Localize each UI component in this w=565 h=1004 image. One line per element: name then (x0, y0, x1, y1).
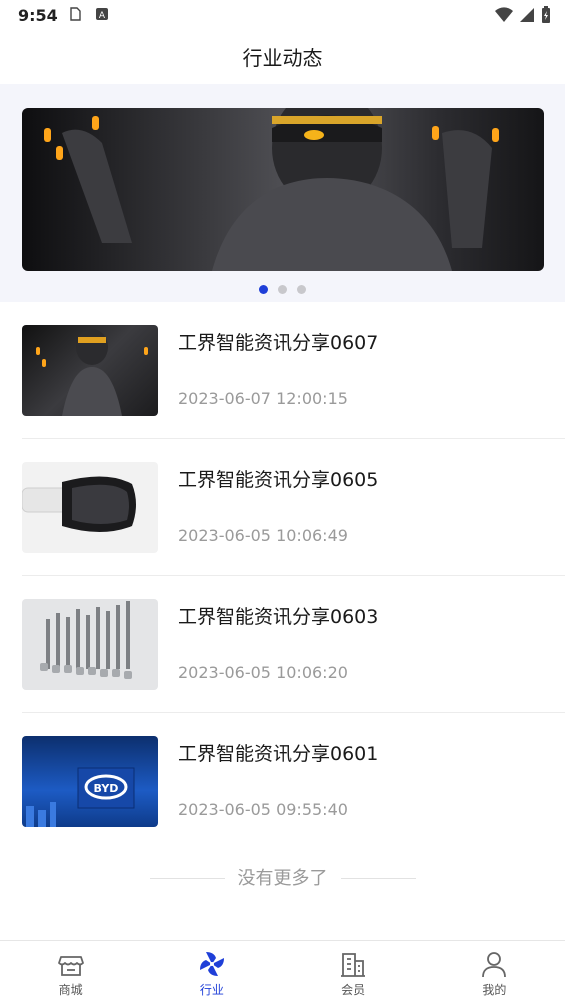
person-icon (482, 952, 507, 978)
vr-headset-image (22, 476, 136, 532)
news-title: 工界智能资讯分享0605 (178, 469, 379, 491)
news-title: 工界智能资讯分享0601 (178, 743, 379, 765)
signal-icon (520, 8, 534, 22)
tab-mine[interactable]: 我的 (424, 941, 565, 1004)
list-item[interactable]: 工界智能资讯分享0605 2023-06-05 10:06:49 (22, 439, 565, 576)
news-date: 2023-06-05 09:55:40 (178, 800, 348, 819)
bottom-tab-bar: 商城 行业 会员 我的 (0, 940, 565, 1004)
carousel-indicator (0, 285, 565, 294)
list-item[interactable]: 工界智能资讯分享0603 2023-06-05 10:06:20 (22, 576, 565, 713)
news-title: 工界智能资讯分享0603 (178, 606, 379, 628)
list-item[interactable]: 工界智能资讯分享0607 2023-06-07 12:00:15 (22, 302, 565, 439)
battery-icon (542, 6, 550, 23)
news-date: 2023-06-05 10:06:20 (178, 663, 348, 682)
tab-member[interactable]: 会员 (283, 941, 424, 1004)
carousel-dot[interactable] (278, 285, 287, 294)
tab-store[interactable]: 商城 (0, 941, 141, 1004)
figure-image (36, 329, 148, 416)
banner-image[interactable] (22, 108, 544, 271)
status-time: 9:54 (18, 6, 58, 25)
font-a-icon: A (96, 8, 108, 21)
tools-image (40, 601, 132, 679)
app-header: 行业动态 (0, 32, 565, 84)
tab-label: 商城 (58, 983, 83, 997)
news-title: 工界智能资讯分享0607 (178, 332, 379, 354)
building-icon (341, 953, 366, 977)
pinwheel-icon (199, 952, 224, 976)
list-item[interactable]: BYD 工界智能资讯分享0601 2023-06-05 09:55:40 (22, 713, 565, 850)
byd-logo-image: BYD (26, 767, 135, 827)
carousel-dot[interactable] (297, 285, 306, 294)
sd-card-icon (70, 7, 81, 21)
news-thumbnail (22, 462, 158, 553)
wifi-icon (495, 7, 513, 23)
news-thumbnail (22, 599, 158, 690)
no-more-text: 没有更多了 (237, 868, 328, 889)
tab-label: 我的 (482, 983, 507, 997)
status-bar: 9:54 A (0, 0, 565, 32)
news-thumbnail (22, 325, 158, 416)
svg-text:A: A (99, 11, 106, 21)
tab-label: 行业 (199, 983, 224, 997)
carousel-dot[interactable] (259, 285, 268, 294)
news-list: 工界智能资讯分享0607 2023-06-07 12:00:15 工界智能资讯分… (0, 302, 565, 850)
banner-carousel (0, 84, 565, 302)
news-date: 2023-06-05 10:06:49 (178, 526, 348, 545)
news-thumbnail: BYD (22, 736, 158, 827)
no-more-divider: 没有更多了 (0, 866, 565, 892)
store-icon (57, 956, 84, 976)
svg-text:BYD: BYD (94, 782, 119, 795)
banner-figure-illustration (44, 108, 499, 271)
tab-industry[interactable]: 行业 (141, 941, 282, 1004)
tab-label: 会员 (341, 983, 366, 997)
news-date: 2023-06-07 12:00:15 (178, 389, 348, 408)
page-title: 行业动态 (242, 46, 323, 70)
